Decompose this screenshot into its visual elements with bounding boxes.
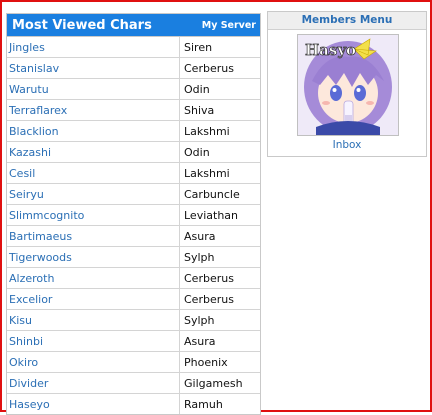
server-name: Phoenix — [184, 355, 228, 369]
table-row: Okiro Phoenix — [7, 352, 260, 373]
table-row: Stanislav Cerberus — [7, 58, 260, 79]
most-viewed-header: Most Viewed Chars My Server — [7, 14, 260, 36]
character-name-link[interactable]: Haseyo — [7, 394, 180, 414]
server-name: Lakshmi — [184, 124, 230, 138]
table-row: Bartimaeus Asura — [7, 226, 260, 247]
table-row: Cesil Lakshmi — [7, 163, 260, 184]
table-row: Terraflarex Shiva — [7, 100, 260, 121]
table-row: Warutu Odin — [7, 79, 260, 100]
server-name: Leviathan — [184, 208, 239, 222]
my-server-link[interactable]: My Server — [202, 20, 256, 31]
avatar-image: Hasyo — [298, 35, 398, 135]
table-row: Kisu Sylph — [7, 310, 260, 331]
character-name-link[interactable]: Kazashi — [7, 142, 180, 162]
table-row: Divider Gilgamesh — [7, 373, 260, 394]
table-row: Blacklion Lakshmi — [7, 121, 260, 142]
server-name: Carbuncle — [184, 187, 240, 201]
character-name-link[interactable]: Shinbi — [7, 331, 180, 351]
table-row: Jingles Siren — [7, 37, 260, 58]
character-name-link[interactable]: Okiro — [7, 352, 180, 372]
character-name-link[interactable]: Tigerwoods — [7, 247, 180, 267]
server-name: Asura — [184, 229, 216, 243]
server-name: Sylph — [184, 313, 215, 327]
character-name-link[interactable]: Divider — [7, 373, 180, 393]
character-name-link[interactable]: Warutu — [7, 79, 180, 99]
character-name-link[interactable]: Bartimaeus — [7, 226, 180, 246]
most-viewed-panel: Most Viewed Chars My Server Jingles Siren… — [6, 13, 261, 415]
members-menu-panel: Members Menu Hasyo Inbox — [267, 11, 427, 157]
server-name: Siren — [184, 40, 213, 54]
table-row: Excelior Cerberus — [7, 289, 260, 310]
character-name-link[interactable]: Excelior — [7, 289, 180, 309]
table-row: Shinbi Asura — [7, 331, 260, 352]
character-name-link[interactable]: Kisu — [7, 310, 180, 330]
character-name-link[interactable]: Slimmcognito — [7, 205, 180, 225]
server-name: Asura — [184, 334, 216, 348]
server-name: Odin — [184, 82, 210, 96]
server-name: Ramuh — [184, 397, 223, 411]
character-name-link[interactable]: Jingles — [7, 37, 180, 57]
members-menu-title[interactable]: Members Menu — [268, 12, 426, 30]
table-row: Seiryu Carbuncle — [7, 184, 260, 205]
table-row: Alzeroth Cerberus — [7, 268, 260, 289]
table-row: Haseyo Ramuh — [7, 394, 260, 414]
avatar[interactable]: Hasyo — [297, 34, 399, 136]
server-name: Cerberus — [184, 271, 234, 285]
server-name: Shiva — [184, 103, 215, 117]
table-row: Kazashi Odin — [7, 142, 260, 163]
server-name: Odin — [184, 145, 210, 159]
server-name: Sylph — [184, 250, 215, 264]
character-name-link[interactable]: Stanislav — [7, 58, 180, 78]
character-name-link[interactable]: Cesil — [7, 163, 180, 183]
table-row: Tigerwoods Sylph — [7, 247, 260, 268]
most-viewed-title: Most Viewed Chars — [12, 17, 152, 33]
character-name-link[interactable]: Blacklion — [7, 121, 180, 141]
server-name: Gilgamesh — [184, 376, 243, 390]
table-row: Slimmcognito Leviathan — [7, 205, 260, 226]
most-viewed-table: Jingles Siren Stanislav Cerberus Warutu Odin T… — [7, 36, 260, 414]
character-name-link[interactable]: Terraflarex — [7, 100, 180, 120]
character-name-link[interactable]: Alzeroth — [7, 268, 180, 288]
avatar-logo-text: Hasyo — [305, 41, 356, 59]
server-name: Cerberus — [184, 61, 234, 75]
inbox-link[interactable]: Inbox — [268, 139, 426, 151]
server-name: Cerberus — [184, 292, 234, 306]
server-name: Lakshmi — [184, 166, 230, 180]
character-name-link[interactable]: Seiryu — [7, 184, 180, 204]
